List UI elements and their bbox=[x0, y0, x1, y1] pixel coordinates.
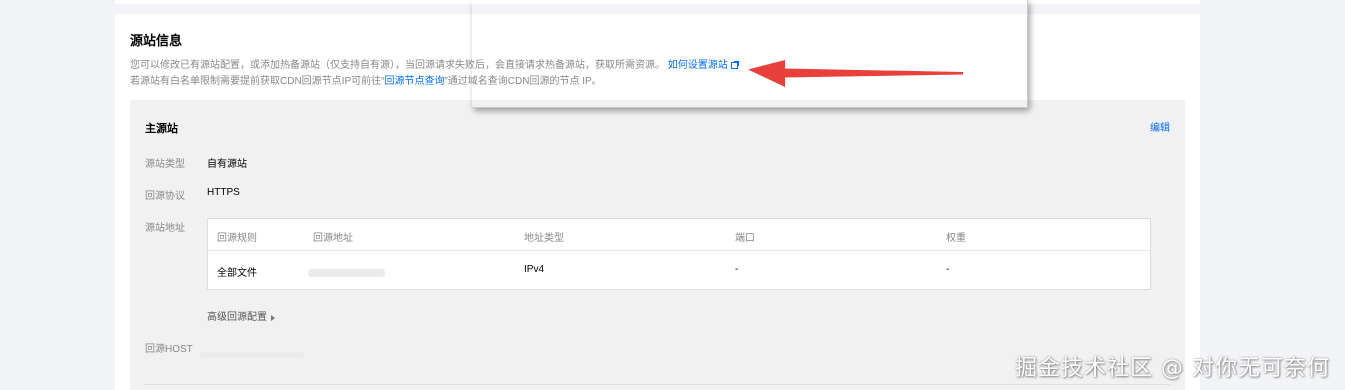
watermark: 掘金技术社区 @ 对你无可奈何 bbox=[1015, 356, 1330, 381]
red-arrow-annotation bbox=[748, 60, 963, 87]
arrow-shape bbox=[748, 60, 963, 87]
